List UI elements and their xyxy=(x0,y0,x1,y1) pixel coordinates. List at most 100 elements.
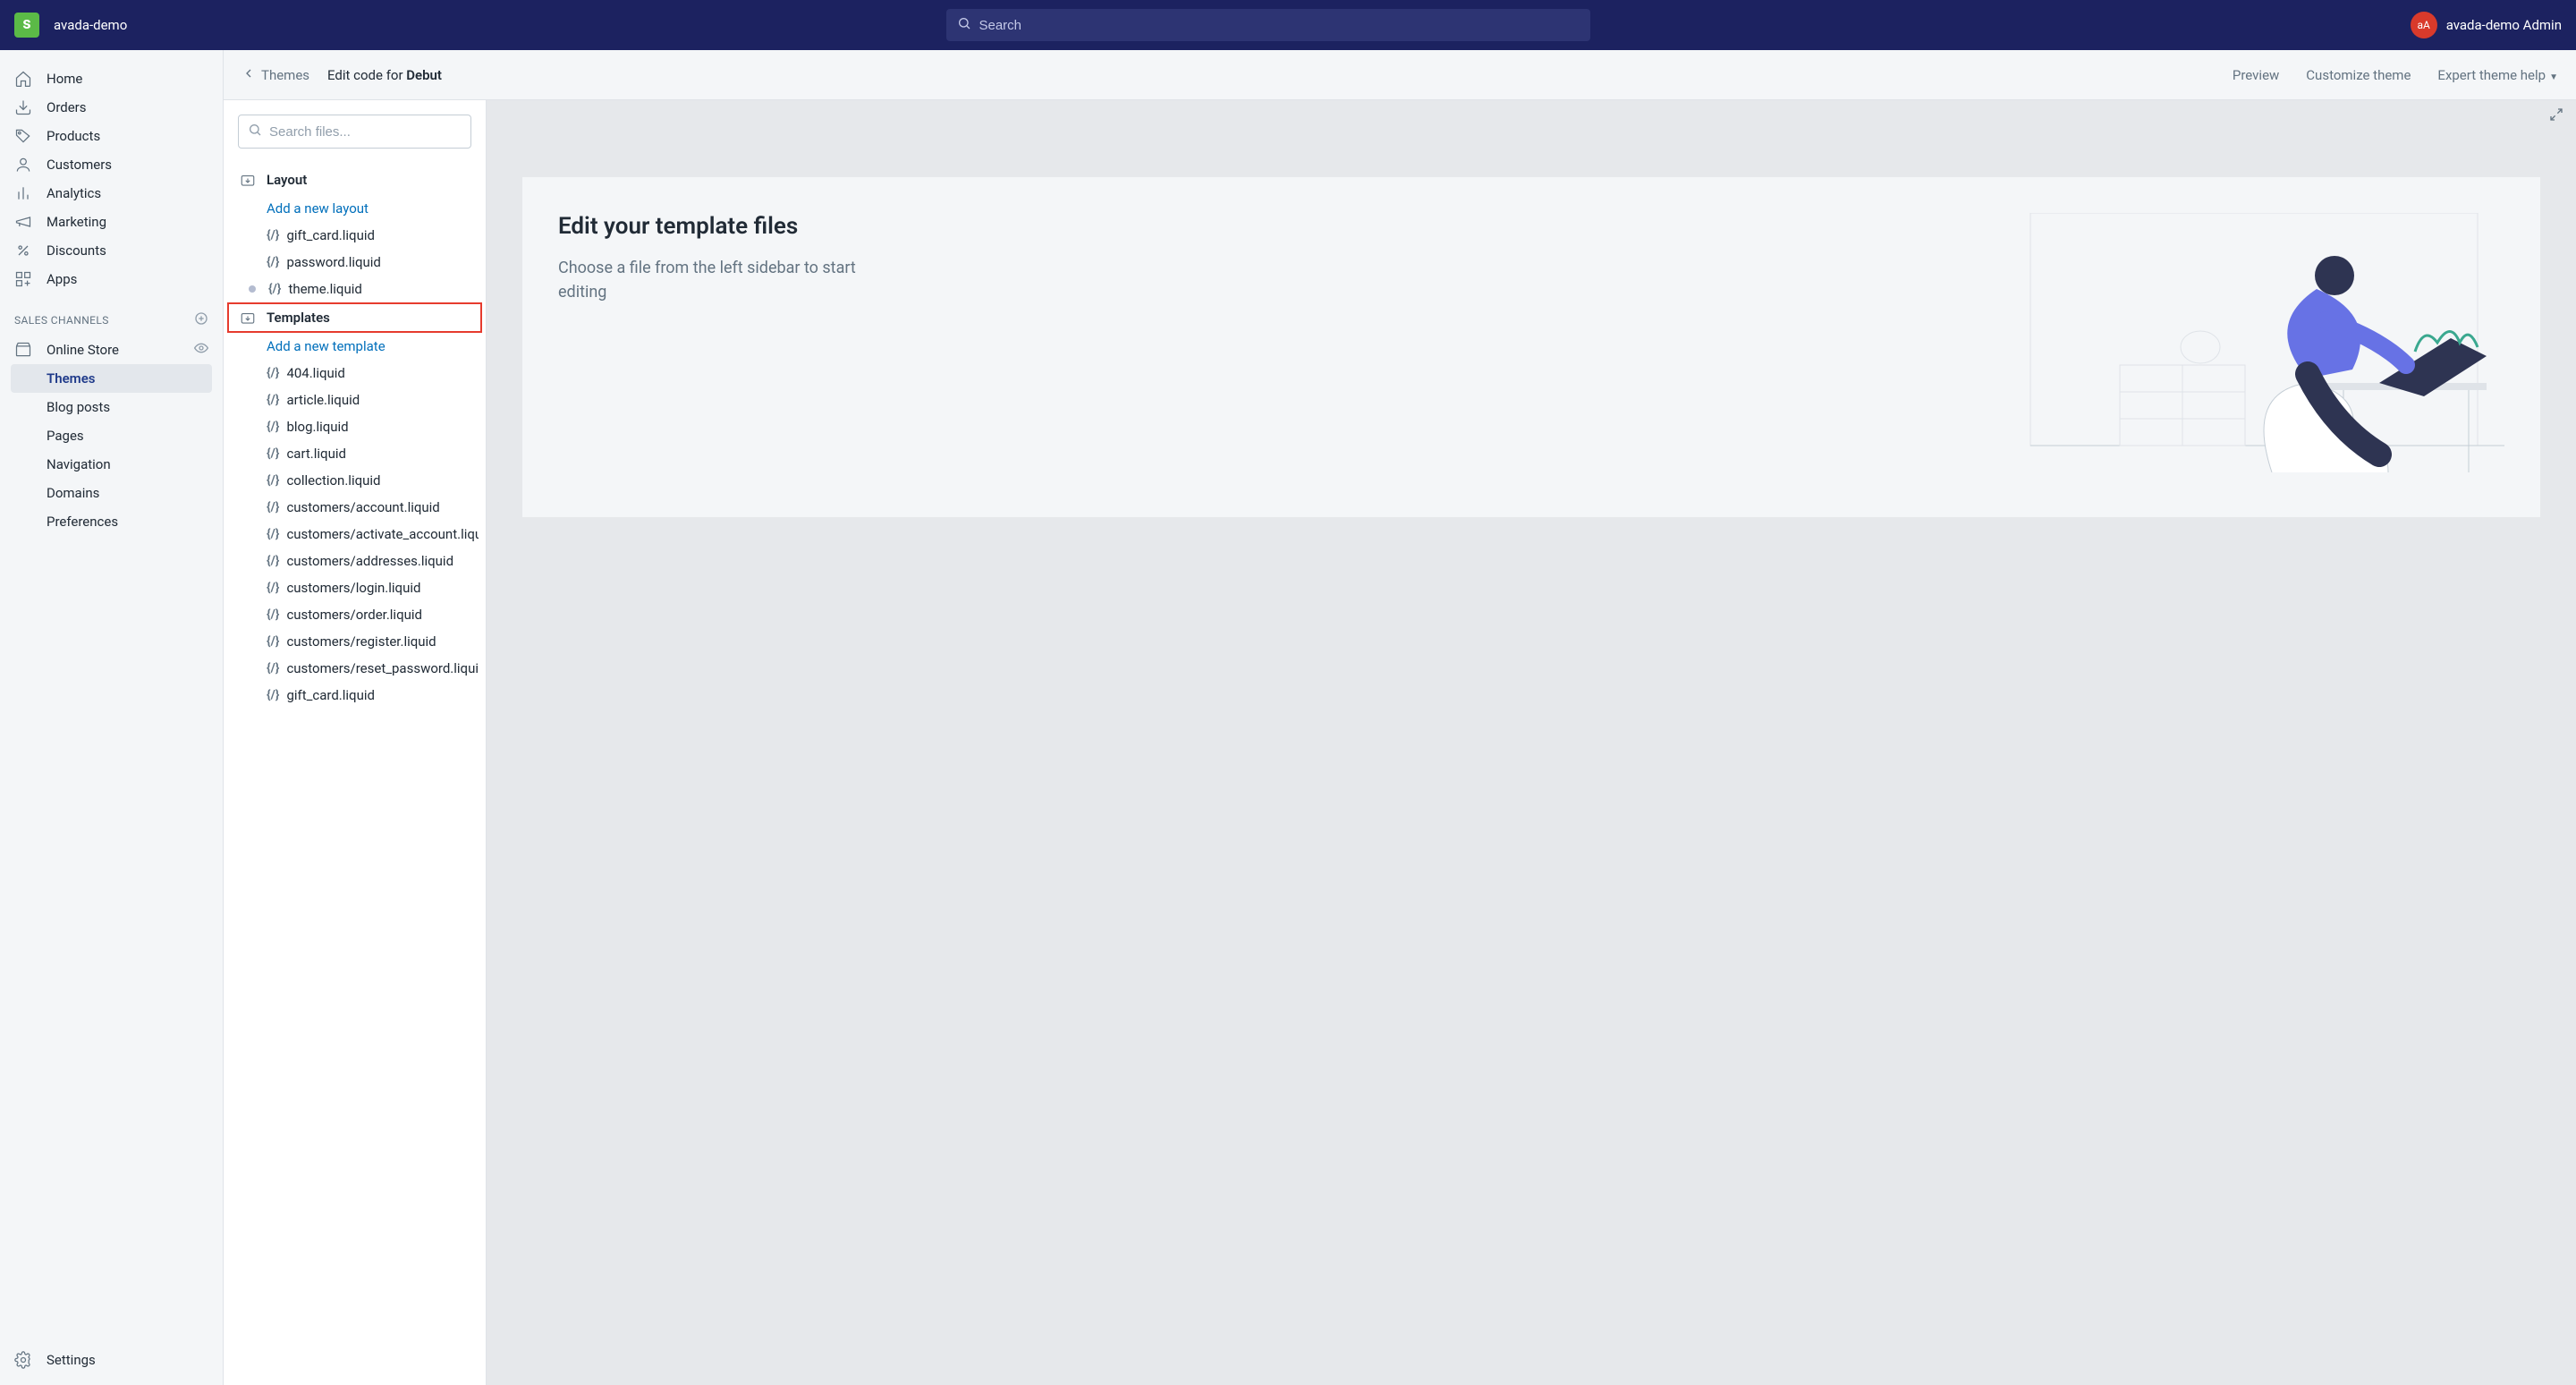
sidebar-item-orders[interactable]: Orders xyxy=(0,93,223,122)
unsaved-dot-icon xyxy=(249,285,256,293)
subnav-item-blog-posts[interactable]: Blog posts xyxy=(0,393,223,421)
caret-down-icon: ▼ xyxy=(2549,72,2558,82)
sidebar-item-home[interactable]: Home xyxy=(0,64,223,93)
empty-state-illustration xyxy=(2004,213,2504,481)
file-row[interactable]: {/}gift_card.liquid xyxy=(231,222,479,249)
add-channel-icon[interactable] xyxy=(194,311,208,328)
liquid-icon: {/} xyxy=(267,608,279,622)
file-row[interactable]: {/} customers/addresses.liquid xyxy=(231,548,479,574)
expand-icon[interactable] xyxy=(2549,107,2563,125)
file-name: blog.liquid xyxy=(286,419,348,435)
file-row[interactable]: {/}customers/activate_account.liquid xyxy=(231,521,479,548)
back-label: Themes xyxy=(261,67,309,83)
file-search[interactable] xyxy=(238,115,471,149)
file-name: 404.liquid xyxy=(286,365,344,381)
file-row[interactable]: {/}article.liquid xyxy=(231,387,479,413)
page-actions: Preview Customize theme Expert theme hel… xyxy=(2233,67,2558,83)
file-row[interactable]: {/}gift_card.liquid xyxy=(231,682,479,709)
file-row[interactable]: {/} theme.liquid xyxy=(231,276,479,302)
sidebar-item-label: Discounts xyxy=(47,242,106,259)
left-nav: Home Orders Products Customers Analytics Mark… xyxy=(0,50,224,1385)
sales-channels-label: SALES CHANNELS xyxy=(14,314,109,327)
page-title: Edit code for Debut xyxy=(327,67,442,83)
file-row[interactable]: {/} customers/login.liquid xyxy=(231,574,479,601)
file-search-input[interactable] xyxy=(269,124,462,140)
sidebar-item-label: Customers xyxy=(47,156,112,174)
sidebar-item-online-store[interactable]: Online Store xyxy=(0,336,223,364)
liquid-icon: {/} xyxy=(267,554,279,568)
customize-link[interactable]: Customize theme xyxy=(2306,67,2411,83)
sidebar-item-discounts[interactable]: Discounts xyxy=(0,236,223,265)
liquid-icon: {/} xyxy=(267,366,279,380)
gear-icon xyxy=(14,1351,32,1369)
folder-icon xyxy=(240,310,256,326)
add-templates-link[interactable]: Add a new template xyxy=(231,333,479,360)
sidebar-item-label: Orders xyxy=(47,98,87,116)
subnav-item-preferences[interactable]: Preferences xyxy=(0,507,223,536)
title-theme-name: Debut xyxy=(406,67,442,83)
subnav-item-pages[interactable]: Pages xyxy=(0,421,223,450)
preview-link[interactable]: Preview xyxy=(2233,67,2279,83)
liquid-icon: {/} xyxy=(267,393,279,407)
file-name: customers/order.liquid xyxy=(286,607,422,623)
liquid-icon: {/} xyxy=(267,420,279,434)
liquid-icon: {/} xyxy=(267,500,279,514)
file-row[interactable]: {/}collection.liquid xyxy=(231,467,479,494)
global-search[interactable] xyxy=(946,9,1590,41)
expert-help-link[interactable]: Expert theme help▼ xyxy=(2437,67,2558,83)
apps-icon xyxy=(14,270,32,288)
sales-channels-heading: SALES CHANNELS xyxy=(0,293,223,336)
store-icon xyxy=(14,341,32,359)
file-row[interactable]: {/} customers/order.liquid xyxy=(231,601,479,628)
subnav-item-navigation[interactable]: Navigation xyxy=(0,450,223,479)
sidebar-item-marketing[interactable]: Marketing xyxy=(0,208,223,236)
file-name: theme.liquid xyxy=(288,281,361,297)
file-name: customers/reset_password.liquid xyxy=(286,660,479,676)
file-row[interactable]: {/}customers/reset_password.liquid xyxy=(231,655,479,682)
sidebar-item-settings[interactable]: Settings xyxy=(0,1346,223,1374)
group-title: Templates xyxy=(267,310,330,326)
sidebar-item-customers[interactable]: Customers xyxy=(0,150,223,179)
profile-menu[interactable]: aA avada-demo Admin xyxy=(2411,12,2562,38)
sidebar-item-apps[interactable]: Apps xyxy=(0,265,223,293)
sidebar-item-label: Products xyxy=(47,127,100,145)
empty-state-body: Choose a file from the left sidebar to s… xyxy=(558,256,898,304)
sidebar-item-products[interactable]: Products xyxy=(0,122,223,150)
file-name: customers/login.liquid xyxy=(286,580,420,596)
subnav-item-themes[interactable]: Themes xyxy=(11,364,212,393)
content: Themes Edit code for Debut Preview Custo… xyxy=(224,50,2576,1385)
folder-icon xyxy=(240,172,256,188)
sidebar-item-label: Marketing xyxy=(47,213,106,231)
file-group-layout[interactable]: Layout xyxy=(231,165,479,195)
file-group-templates[interactable]: Templates xyxy=(227,302,482,333)
file-name: customers/account.liquid xyxy=(286,499,439,515)
title-prefix: Edit code for xyxy=(327,67,406,83)
liquid-icon: {/} xyxy=(267,634,279,649)
home-icon xyxy=(14,70,32,88)
subnav-item-domains[interactable]: Domains xyxy=(0,479,223,507)
file-row[interactable]: {/} customers/account.liquid xyxy=(231,494,479,521)
add-layout-link[interactable]: Add a new layout xyxy=(231,195,479,222)
file-row[interactable]: {/} customers/register.liquid xyxy=(231,628,479,655)
sidebar-item-analytics[interactable]: Analytics xyxy=(0,179,223,208)
liquid-icon: {/} xyxy=(267,473,279,488)
sidebar-item-label: Online Store xyxy=(47,341,119,359)
analytics-icon xyxy=(14,184,32,202)
orders-icon xyxy=(14,98,32,116)
search-icon xyxy=(957,16,971,34)
file-row[interactable]: {/} blog.liquid xyxy=(231,413,479,440)
liquid-icon: {/} xyxy=(268,282,281,296)
file-name: customers/register.liquid xyxy=(286,633,436,650)
file-name: customers/addresses.liquid xyxy=(286,553,453,569)
back-to-themes[interactable]: Themes xyxy=(242,66,309,84)
file-row[interactable]: {/} 404.liquid xyxy=(231,360,479,387)
file-row[interactable]: {/}password.liquid xyxy=(231,249,479,276)
file-name: password.liquid xyxy=(286,254,380,270)
liquid-icon: {/} xyxy=(267,581,279,595)
liquid-icon: {/} xyxy=(267,527,279,541)
eye-icon[interactable] xyxy=(194,341,208,360)
file-row[interactable]: {/}cart.liquid xyxy=(231,440,479,467)
admin-name: avada-demo Admin xyxy=(2446,17,2562,33)
shopify-logo-icon xyxy=(14,13,39,38)
global-search-input[interactable] xyxy=(979,18,1580,33)
